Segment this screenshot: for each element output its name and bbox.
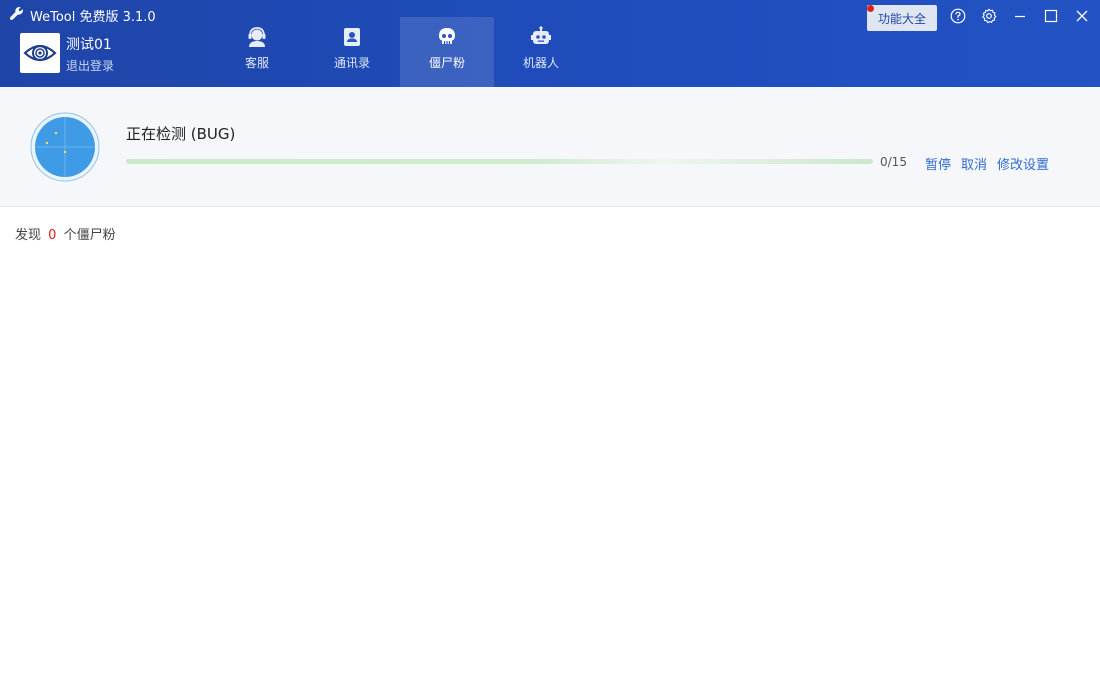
tab-zombie-fans[interactable]: 僵尸粉 [400,17,494,87]
avatar[interactable] [20,33,60,73]
tab-label: 机器人 [522,56,559,70]
tab-customer-service[interactable]: 客服 [210,17,304,87]
maximize-icon[interactable] [1041,6,1061,26]
contacts-icon [341,26,363,48]
title-bar: WeTool 免费版 3.1.0 测试01 退出登录 客服 通讯录 僵尸粉 机器… [0,0,1100,87]
help-icon[interactable] [948,6,968,26]
minimize-icon[interactable] [1010,6,1030,26]
progress-bar [126,159,873,164]
tab-robot[interactable]: 机器人 [494,17,588,87]
wrench-icon [9,6,24,25]
pause-button[interactable]: 暂停 [925,154,951,173]
scan-status-title: 正在检测 (BUG) [126,125,236,143]
tab-label: 通讯录 [333,56,370,70]
cancel-button[interactable]: 取消 [961,154,987,173]
features-button[interactable]: 功能大全 [867,5,937,31]
robot-icon [530,26,552,48]
tab-contacts[interactable]: 通讯录 [305,17,399,87]
zombie-count: 0 [48,228,57,243]
gear-icon[interactable] [979,6,999,26]
result-summary: 发现 0 个僵尸粉 [15,224,116,243]
settings-link[interactable]: 修改设置 [997,154,1049,173]
skull-icon [436,26,458,48]
close-icon[interactable] [1072,6,1092,26]
logout-link[interactable]: 退出登录 [66,57,114,74]
radar-icon [30,112,100,182]
app-title: WeTool 免费版 3.1.0 [9,6,156,25]
result-prefix: 发现 [15,228,42,243]
scan-status-panel [0,87,1100,207]
result-suffix: 个僵尸粉 [63,228,116,243]
app-title-text: WeTool 免费版 3.1.0 [30,9,156,25]
customer-service-icon [246,26,268,48]
tab-label: 客服 [244,56,269,70]
progress-count: 0/15 [880,155,907,169]
notification-dot [867,5,874,12]
user-name: 测试01 [66,37,112,53]
eye-logo-icon [23,44,57,62]
tab-label: 僵尸粉 [428,56,465,70]
